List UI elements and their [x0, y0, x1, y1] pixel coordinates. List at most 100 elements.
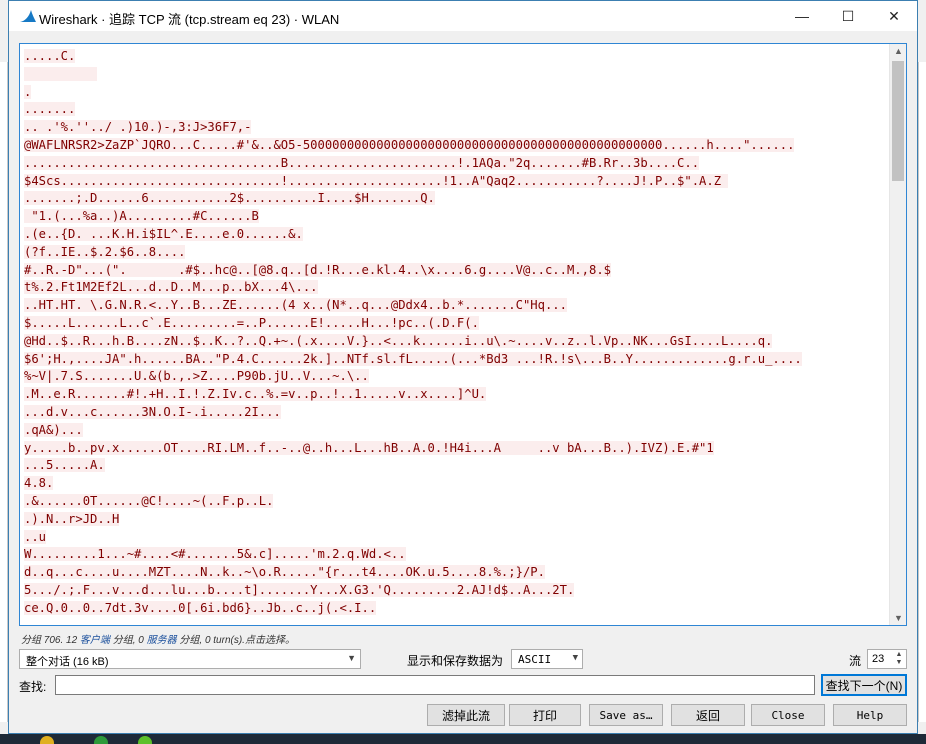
stream-line-text: t%.2.Ft1M2Ef2L...d..D..M...p..bX...4\... [24, 280, 318, 295]
stream-line: t%.2.Ft1M2Ef2L...d..D..M...p..bX...4\... [24, 279, 888, 297]
stream-line: 4.8. [24, 475, 888, 493]
stream-line: @Hd..$..R...h.B....zN..$..K..?..Q.+~.(.x… [24, 333, 888, 351]
stream-line-text [24, 66, 98, 81]
stream-line: ...................................B....… [24, 155, 888, 173]
stream-line: (?f..IE..$.2.$6..8.... [24, 244, 888, 262]
stream-line-text: @Hd..$..R...h.B....zN..$..K..?..Q.+~.(.x… [24, 333, 773, 348]
stream-number-spinbox[interactable]: 23 ▲ ▼ [867, 649, 907, 669]
stream-line-text: .qA&)... [24, 422, 83, 437]
scroll-up-icon[interactable]: ▲ [894, 46, 903, 56]
stream-line-text: .M..e.R.......#!.+H..I.!.Z.Iv.c..%.=v..p… [24, 387, 487, 402]
stream-line: #..R.-D"...(". .#$..hc@..[@8.q..[d.!R...… [24, 262, 888, 280]
stream-line: d..q...c....u....MZT....N..k..~\o.R.....… [24, 564, 888, 582]
save-as-button[interactable]: Save as… [589, 704, 663, 726]
chevron-down-icon: ▼ [572, 653, 578, 663]
client-link[interactable]: 客户端 [80, 635, 110, 646]
stream-line: $4Scs..............................!....… [24, 173, 888, 191]
stream-line-text: . [24, 84, 32, 99]
stream-line-text: ..u [24, 529, 47, 544]
stream-line-text: ...................................B....… [24, 155, 700, 170]
save-format-label: 显示和保存数据为 [407, 654, 504, 668]
stream-line: .&......0T......@C!....~(..F.p..L. [24, 493, 888, 511]
stream-line-text: 4.8. [24, 476, 54, 491]
stream-line: ce.Q.0..0..7dt.3v....0[.6i.bd6}..Jb..c..… [24, 600, 888, 618]
stream-line-text: 5.../.;.F...v...d...lu...b....t].......Y… [24, 582, 575, 597]
chevron-down-icon: ▼ [347, 653, 356, 663]
stream-line-text: .).N..r>JD..H [24, 511, 120, 526]
minimize-button[interactable]: — [779, 1, 825, 31]
stream-line: .......;.D......6...........2$..........… [24, 190, 888, 208]
close-button[interactable]: Close [751, 704, 825, 726]
stream-line-text: ce.Q.0..0..7dt.3v....0[.6i.bd6}..Jb..c..… [24, 600, 377, 615]
vertical-scrollbar[interactable]: ▲ ▼ [889, 44, 906, 625]
close-window-button[interactable]: ✕ [871, 1, 917, 31]
stream-line: .qA&)... [24, 422, 888, 440]
stream-line: @WAFLNRSR2>ZaZP`JQRO...C.....#'&..&O5-50… [24, 137, 888, 155]
background-window-right [918, 62, 926, 722]
conversation-select[interactable]: 整个对话 (16 kB) ▼ [19, 649, 361, 669]
stream-line: ...5.....A. [24, 457, 888, 475]
window-title: Wireshark · 追踪 TCP 流 (tcp.stream eq 23) … [39, 12, 340, 27]
find-input[interactable] [55, 675, 815, 695]
find-next-button[interactable]: 查找下一个(N) [821, 674, 907, 696]
spin-arrows-icon[interactable]: ▲ ▼ [893, 651, 905, 667]
stream-line: .).N..r>JD..H [24, 511, 888, 529]
minimize-icon: — [795, 8, 809, 24]
filter-out-stream-button[interactable]: 滤掉此流 [427, 704, 505, 726]
stream-line: .. .'%.''../ .)10.)-,3:J>36F7,- [24, 119, 888, 137]
stream-line-text: ..HT.HT. \.G.N.R.<..Y..B...ZE......(4 x.… [24, 298, 567, 313]
options-row: 整个对话 (16 kB) ▼ 显示和保存数据为 ASCII ▼ 流 23 ▲ ▼ [9, 649, 917, 671]
background-window-left [0, 62, 8, 722]
format-select[interactable]: ASCII ▼ [511, 649, 583, 669]
stream-line-text: .&......0T......@C!....~(..F.p..L. [24, 493, 274, 508]
stream-status-line: 分组 706. 12 客户端 分组, 0 服务器 分组, 0 turn(s).点… [21, 635, 295, 646]
stream-line: .(e..{D. ...K.H.i$IL^.E....e.0......&. [24, 226, 888, 244]
scrollbar-thumb[interactable] [892, 61, 904, 181]
stream-line: W.........1...~#....<#.......5&.c].....'… [24, 546, 888, 564]
stream-line: y.....b..pv.x......OT....RI.LM..f..-..@.… [24, 440, 888, 458]
stream-line: ..HT.HT. \.G.N.R.<..Y..B...ZE......(4 x.… [24, 297, 888, 315]
maximize-button[interactable]: ☐ [825, 1, 871, 31]
stream-line: $.....L......L..c`.E.........=..P......E… [24, 315, 888, 333]
stream-line-text: #..R.-D"...(". .#$..hc@..[@8.q..[d.!R...… [24, 262, 611, 277]
scroll-down-icon[interactable]: ▼ [894, 613, 903, 623]
stream-line-text: .....C. [24, 49, 76, 63]
stream-line-text: y.....b..pv.x......OT....RI.LM..f..-..@.… [24, 440, 714, 455]
stream-line: . [24, 84, 888, 102]
stream-line-text: ...d.v...c......3N.O.I-.i.....2I... [24, 404, 281, 419]
stream-line-text: %~V|.7.S.......U.&(b.,.>Z....P90b.jU..V.… [24, 369, 369, 384]
stream-line: ..u [24, 529, 888, 547]
stream-line-text: @WAFLNRSR2>ZaZP`JQRO...C.....#'&..&O5-50… [24, 137, 795, 152]
stream-line-text: $.....L......L..c`.E.........=..P......E… [24, 315, 479, 330]
print-button[interactable]: 打印 [509, 704, 581, 726]
taskbar-app-icon[interactable] [94, 736, 108, 744]
back-button[interactable]: 返回 [671, 704, 745, 726]
stream-line-text: ....... [24, 102, 76, 117]
stream-line-text: W.........1...~#....<#.......5&.c].....'… [24, 547, 406, 562]
stream-content: .....C. ........ .. .'%.''../ .)10.)-,3:J… [24, 48, 888, 623]
stream-line-text: .(e..{D. ...K.H.i$IL^.E....e.0......&. [24, 226, 303, 241]
stream-text-area[interactable]: .....C. ........ .. .'%.''../ .)10.)-,3:J… [19, 43, 907, 626]
stream-line: ...d.v...c......3N.O.I-.i.....2I... [24, 404, 888, 422]
maximize-icon: ☐ [841, 7, 855, 24]
stream-line-text: (?f..IE..$.2.$6..8.... [24, 244, 186, 259]
help-button[interactable]: Help [833, 704, 907, 726]
stream-line: ....... [24, 101, 888, 119]
server-link[interactable]: 服务器 [147, 635, 177, 646]
stream-line: "1.(...%a..)A.........#C......B [24, 208, 888, 226]
find-label: 查找: [19, 680, 47, 694]
stream-line-text: d..q...c....u....MZT....N..k..~\o.R.....… [24, 565, 545, 580]
taskbar-app-icon[interactable] [40, 736, 54, 744]
stream-line-text: ...5.....A. [24, 458, 105, 473]
stream-line-text: "1.(...%a..)A.........#C......B [24, 209, 259, 224]
stream-line-text: $6';H.,....JA".h......BA.."P.4.C......2k… [24, 351, 802, 366]
wireshark-fin-icon [20, 10, 36, 22]
stream-line: .....C. [24, 48, 888, 66]
stream-line-text: $4Scs..............................!....… [24, 173, 729, 188]
close-icon: ✕ [888, 7, 900, 24]
stream-line-text: .. .'%.''../ .)10.)-,3:J>36F7,- [24, 120, 252, 135]
taskbar-app-icon[interactable] [138, 736, 152, 744]
stream-line-text: .......;.D......6...........2$..........… [24, 191, 435, 206]
title-bar[interactable]: Wireshark · 追踪 TCP 流 (tcp.stream eq 23) … [9, 1, 917, 31]
stream-number-label: 流 [849, 654, 862, 668]
